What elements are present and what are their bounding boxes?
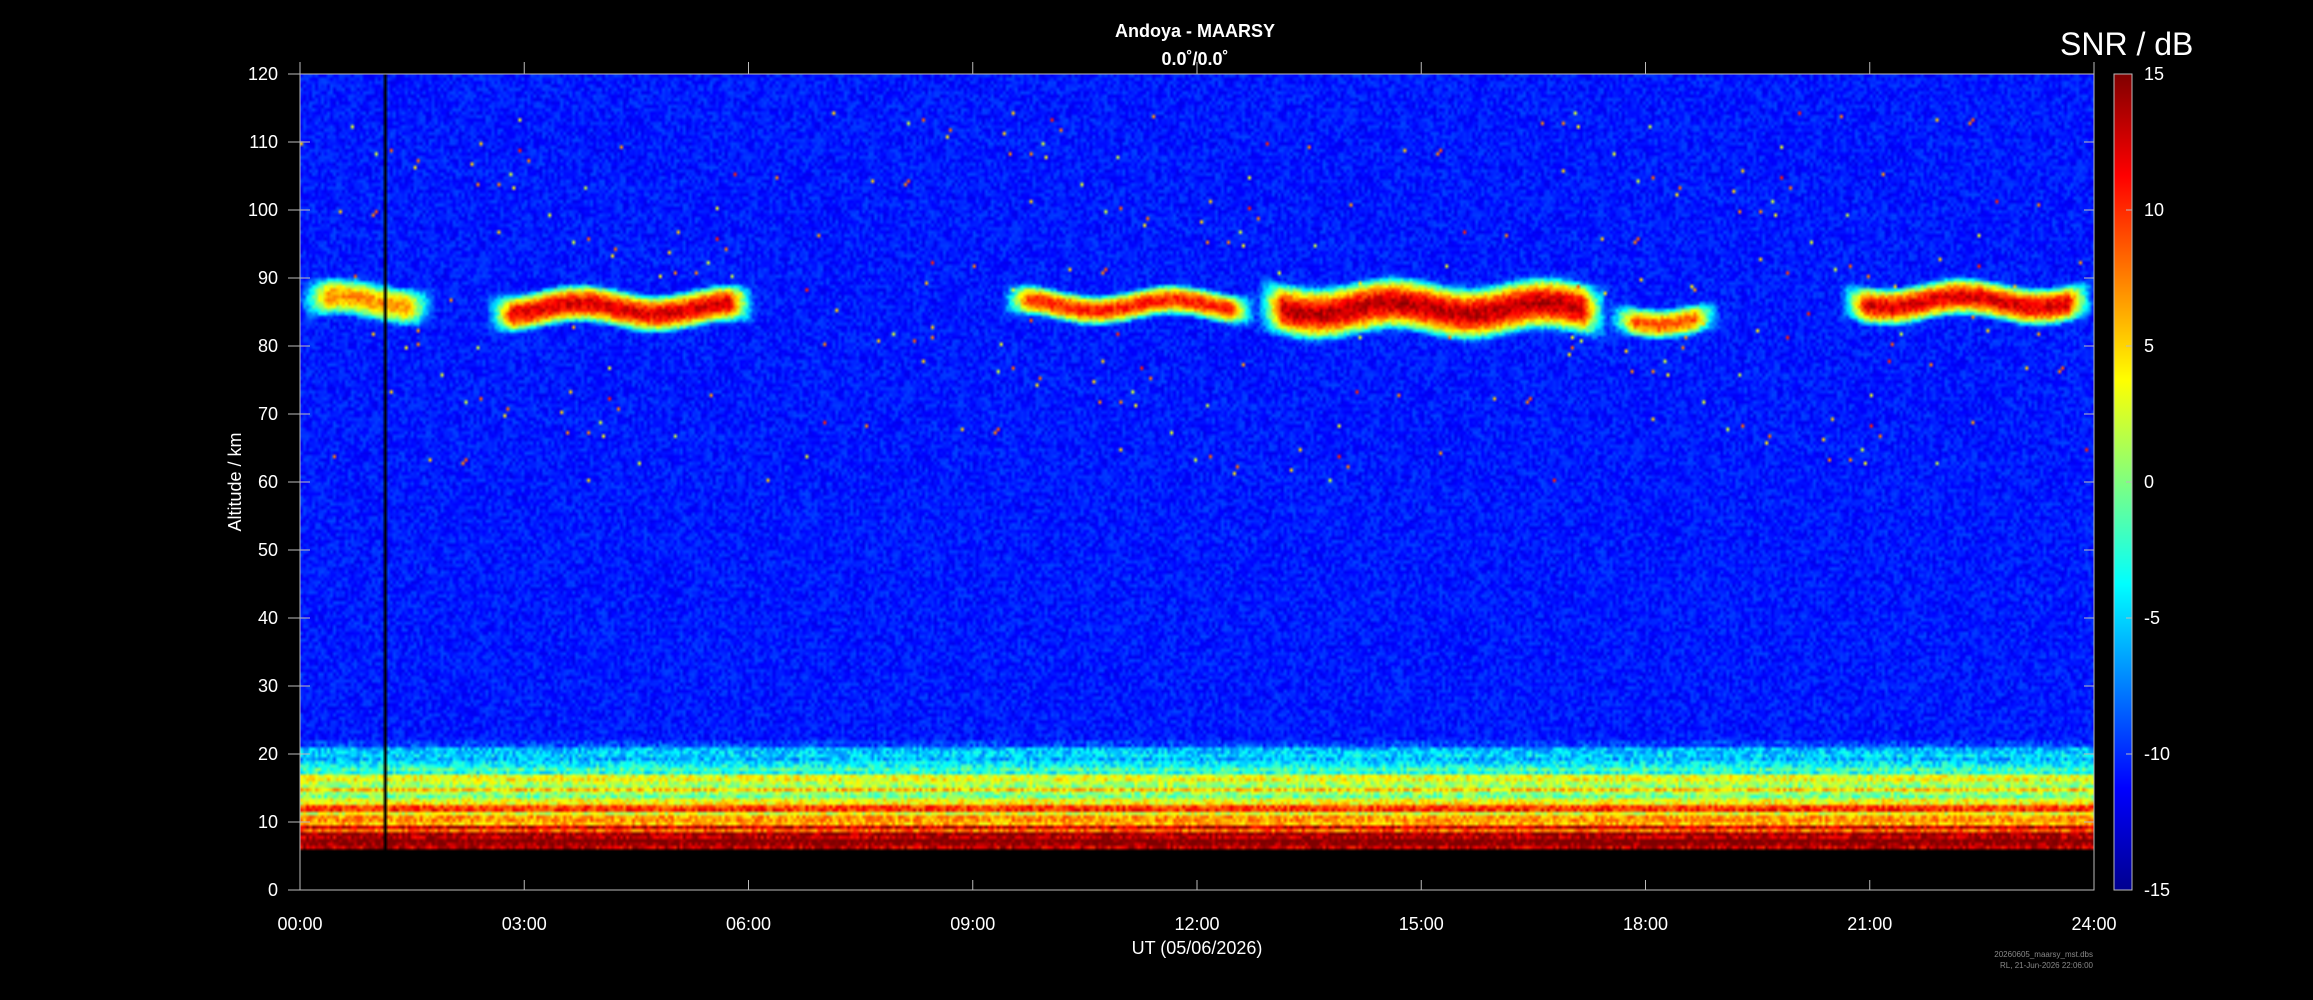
- x-tick-label: 03:00: [502, 914, 547, 934]
- x-tick-label: 06:00: [726, 914, 771, 934]
- y-tick-label: 10: [258, 812, 278, 832]
- colorbar-tick-label: 5: [2144, 336, 2154, 356]
- y-tick-label: 100: [248, 200, 278, 220]
- y-tick-label: 60: [258, 472, 278, 492]
- snr-heatmap: [300, 74, 2094, 890]
- colorbar-tick-label: -15: [2144, 880, 2170, 900]
- y-tick-label: 40: [258, 608, 278, 628]
- chart: 00:00 03:00 06:00 09:00 12:00 15:00 18:00 21:00…: [225, 62, 2170, 958]
- y-tick-label: 20: [258, 744, 278, 764]
- x-tick-label: 18:00: [1623, 914, 1668, 934]
- y-tick-label: 120: [248, 64, 278, 84]
- x-tick-label: 15:00: [1399, 914, 1444, 934]
- y-tick-label: 80: [258, 336, 278, 356]
- colorbar-tick-label: 10: [2144, 200, 2164, 220]
- colorbar-tick-label: 15: [2144, 64, 2164, 84]
- y-tick-label: 0: [268, 880, 278, 900]
- y-tick-label: 50: [258, 540, 278, 560]
- x-tick-label: 21:00: [1847, 914, 1892, 934]
- colorbar-tick-label: 0: [2144, 472, 2154, 492]
- x-tick-label: 12:00: [1174, 914, 1219, 934]
- x-tick-label: 24:00: [2071, 914, 2116, 934]
- colorbar-tick-label: -10: [2144, 744, 2170, 764]
- colorbar-tick-label: -5: [2144, 608, 2160, 628]
- x-tick-label: 09:00: [950, 914, 995, 934]
- footer-stamp: RL, 21-Jun-2026 22:06:00: [2000, 961, 2093, 970]
- y-tick-label: 70: [258, 404, 278, 424]
- y-tick-label: 90: [258, 268, 278, 288]
- footer-file: 20260605_maarsy_mst.dbs: [1994, 950, 2093, 959]
- x-axis-label: UT (05/06/2026): [1132, 938, 1263, 958]
- x-tick-label: 00:00: [277, 914, 322, 934]
- y-tick-label: 30: [258, 676, 278, 696]
- y-axis-label: Altitude / km: [225, 432, 245, 531]
- y-tick-label: 110: [249, 132, 278, 152]
